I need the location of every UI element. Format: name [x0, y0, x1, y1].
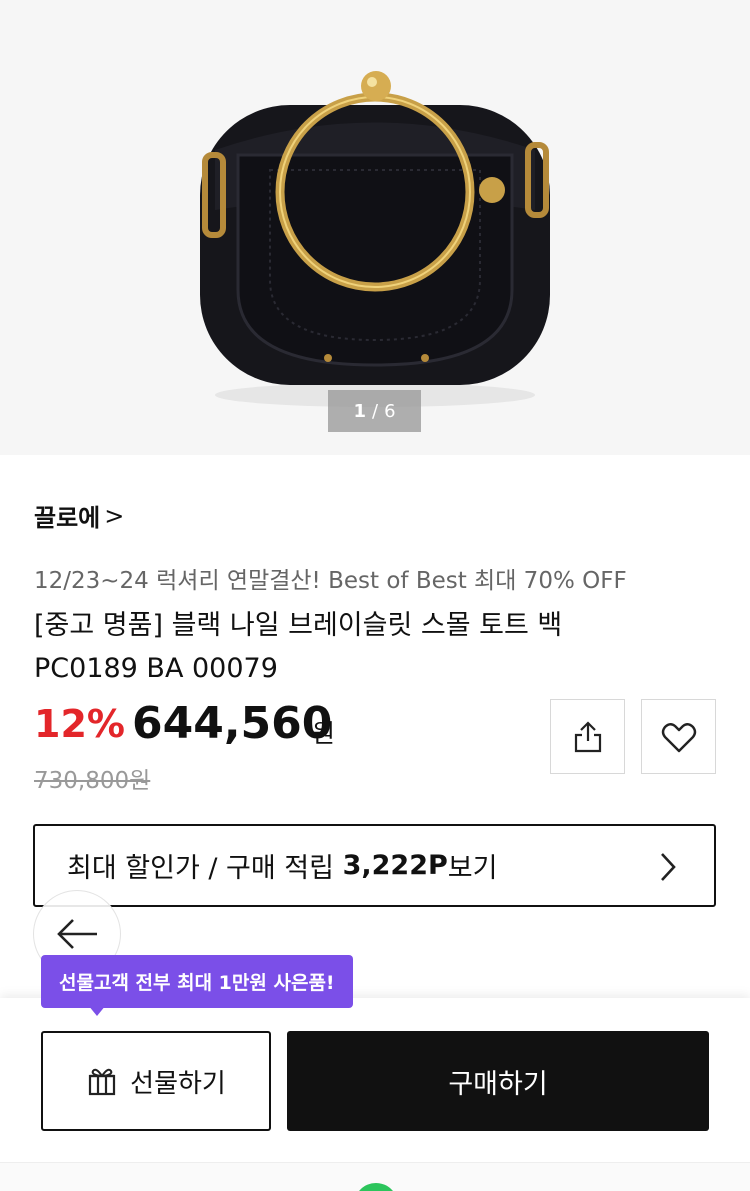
brand-chevron: > — [104, 501, 125, 530]
share-icon — [574, 720, 601, 752]
buy-button[interactable]: 구매하기 — [287, 1031, 709, 1131]
gift-icon — [89, 1068, 116, 1096]
product-title: [중고 명품] 블랙 나일 브레이슬릿 스몰 토트 백 PC0189 BA 00… — [34, 610, 563, 684]
buy-button-label: 구매하기 — [448, 1068, 548, 1100]
gift-button-label: 선물하기 — [130, 1068, 226, 1099]
original-price: 730,800원 — [34, 768, 151, 794]
gift-promo-tooltip: 선물고객 전부 최대 1만원 사은품! — [41, 955, 353, 1008]
benefit-suffix: 보기 — [447, 853, 498, 884]
brand-name: 끌로에 — [34, 504, 101, 532]
gift-button[interactable]: 선물하기 — [41, 1031, 271, 1131]
image-counter-current: 1 — [353, 400, 366, 422]
product-image-gallery[interactable]: 1 / 6 — [0, 0, 750, 455]
tooltip-tail — [88, 1005, 106, 1016]
image-counter-separator: / — [372, 400, 379, 422]
image-counter-total: 6 — [384, 400, 396, 422]
image-counter: 1 / 6 — [328, 390, 421, 432]
brand-link[interactable]: 끌로에 > — [34, 498, 124, 533]
promo-text: 12/23~24 럭셔리 연말결산! Best of Best 최대 70% O… — [34, 568, 627, 594]
currency-unit: 원 — [312, 719, 336, 748]
arrow-left-icon — [57, 919, 97, 949]
like-button[interactable] — [641, 699, 716, 774]
product-image — [0, 0, 750, 455]
footer-strip — [0, 1162, 750, 1191]
chat-icon[interactable] — [354, 1183, 398, 1191]
benefit-info-button[interactable]: 최대 할인가 / 구매 적립 3,222P 보기 — [33, 824, 716, 907]
sale-price: 644,560 — [132, 698, 333, 749]
discount-rate: 12% — [34, 702, 125, 746]
share-button[interactable] — [550, 699, 625, 774]
chevron-right-icon — [661, 853, 676, 881]
benefit-prefix: 최대 할인가 / 구매 적립 — [67, 853, 343, 884]
benefit-points: 3,222P — [342, 850, 448, 881]
heart-icon — [661, 722, 696, 752]
